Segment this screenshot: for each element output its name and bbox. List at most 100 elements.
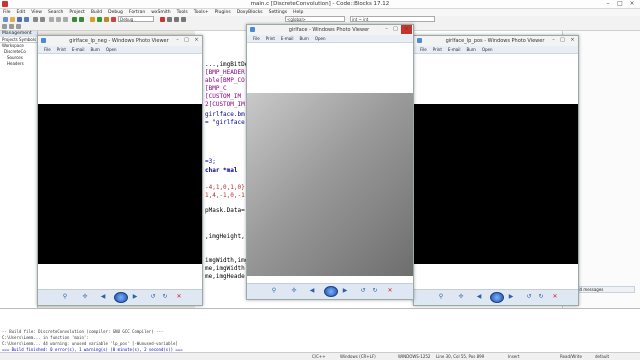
toolbar-row2-icon-2[interactable] xyxy=(9,24,14,29)
viewer-menu-burn[interactable]: Burn xyxy=(90,46,99,54)
viewer-minimize-button[interactable]: – xyxy=(382,25,391,34)
redo-icon[interactable] xyxy=(40,17,45,22)
zoom-icon[interactable]: ⚲ xyxy=(271,288,277,294)
viewer-menu-open[interactable]: Open xyxy=(315,35,326,43)
next-icon[interactable]: ▶ xyxy=(342,288,348,294)
copy-icon[interactable] xyxy=(56,17,61,22)
menu-settings[interactable]: Settings xyxy=(266,9,290,16)
zoom-icon[interactable]: ⚲ xyxy=(438,294,444,300)
viewer-menu-file[interactable]: File xyxy=(253,35,260,43)
viewer-menu-print[interactable]: Print xyxy=(266,35,275,43)
actual-size-icon[interactable]: ✢ xyxy=(458,294,464,300)
scope-combo[interactable]: <global> xyxy=(285,16,345,22)
replace-icon[interactable] xyxy=(79,17,84,22)
actual-size-icon[interactable]: ✢ xyxy=(291,288,297,294)
undo-icon[interactable] xyxy=(33,17,38,22)
step-out-icon[interactable] xyxy=(181,17,186,22)
viewer-close-button[interactable]: × xyxy=(192,36,201,45)
viewer-menu-print[interactable]: Print xyxy=(433,46,442,54)
code-line: ,imgHeight, xyxy=(205,233,245,240)
actual-size-icon[interactable]: ✢ xyxy=(82,294,88,300)
menu-wxsmith[interactable]: wxSmith xyxy=(148,9,173,16)
symbol-combo[interactable]: int ~ int xyxy=(350,16,435,22)
menu-project[interactable]: Project xyxy=(66,9,87,16)
build-target-combo[interactable]: Debug xyxy=(118,16,154,22)
previous-icon[interactable]: ◀ xyxy=(476,294,482,300)
ide-minimize-button[interactable]: – xyxy=(602,0,614,8)
paste-icon[interactable] xyxy=(63,17,68,22)
viewer-maximize-button[interactable]: □ xyxy=(182,36,191,45)
tree-headers[interactable]: Headers xyxy=(0,61,37,67)
viewer-menu-email[interactable]: E-mail xyxy=(448,46,461,54)
find-icon[interactable] xyxy=(72,17,77,22)
next-icon[interactable]: ▶ xyxy=(508,294,514,300)
rotate-left-icon[interactable]: ↺ xyxy=(150,294,156,300)
viewer-menu-burn[interactable]: Burn xyxy=(466,46,475,54)
rotate-right-icon[interactable]: ↻ xyxy=(538,294,544,300)
viewer-close-button[interactable]: × xyxy=(568,36,577,45)
viewer-close-button[interactable]: × xyxy=(401,25,412,34)
toolbar-row2-icon-3[interactable] xyxy=(16,24,21,29)
menu-fortran[interactable]: Fortran xyxy=(126,9,148,16)
viewer-minimize-button[interactable]: – xyxy=(173,36,182,45)
rotate-left-icon[interactable]: ↺ xyxy=(526,294,532,300)
slideshow-button[interactable] xyxy=(490,292,504,303)
viewer-title-bar: girlface_lp_pos - Windows Photo Viewer –… xyxy=(414,36,578,46)
step-into-icon[interactable] xyxy=(167,17,172,22)
open-file-icon[interactable] xyxy=(10,17,15,22)
viewer-menu-email[interactable]: E-mail xyxy=(281,35,294,43)
save-icon[interactable] xyxy=(17,17,22,22)
delete-icon[interactable]: ✕ xyxy=(176,294,182,300)
viewer-menu-file[interactable]: File xyxy=(420,46,427,54)
rotate-left-icon[interactable]: ↺ xyxy=(360,288,366,294)
delete-icon[interactable]: ✕ xyxy=(387,288,393,294)
build-icon[interactable] xyxy=(90,17,95,22)
ide-status-bar: C/C++ Windows (CR+LF) WINDOWS-1252 Line … xyxy=(0,352,640,360)
menu-help[interactable]: Help xyxy=(290,9,306,16)
status-encoding: WINDOWS-1252 xyxy=(398,354,431,359)
menu-debug[interactable]: Debug xyxy=(105,9,126,16)
viewer-menu-burn[interactable]: Burn xyxy=(299,35,308,43)
run-icon[interactable] xyxy=(97,17,102,22)
menu-build[interactable]: Build xyxy=(88,9,105,16)
delete-icon[interactable]: ✕ xyxy=(552,294,558,300)
new-file-icon[interactable] xyxy=(3,17,8,22)
edge-image-lp-neg xyxy=(38,104,202,264)
photo-viewer-icon xyxy=(417,38,422,43)
menu-plugins[interactable]: Plugins xyxy=(212,9,234,16)
menu-doxyblocks[interactable]: DoxyBlocks xyxy=(234,9,266,16)
viewer-minimize-button[interactable]: – xyxy=(549,36,558,45)
ide-title-bar: main.c [DiscreteConvolution] - Code::Blo… xyxy=(0,0,640,9)
zoom-icon[interactable]: ⚲ xyxy=(62,294,68,300)
rotate-right-icon[interactable]: ↻ xyxy=(162,294,168,300)
toolbar-row2-icon-1[interactable] xyxy=(2,24,7,29)
viewer-maximize-button[interactable]: □ xyxy=(391,25,400,34)
step-over-icon[interactable] xyxy=(174,17,179,22)
slideshow-button[interactable] xyxy=(114,292,128,303)
viewer-menu-open[interactable]: Open xyxy=(106,46,117,54)
viewer-menu-file[interactable]: File xyxy=(44,46,51,54)
slideshow-button[interactable] xyxy=(324,286,338,297)
ide-close-button[interactable]: × xyxy=(626,0,638,8)
menu-search[interactable]: Search xyxy=(45,9,66,16)
ide-maximize-button[interactable]: □ xyxy=(614,0,626,8)
viewer-menu-print[interactable]: Print xyxy=(57,46,66,54)
rotate-right-icon[interactable]: ↻ xyxy=(372,288,378,294)
build-and-run-icon[interactable] xyxy=(104,17,109,22)
menu-file[interactable]: File xyxy=(0,9,14,16)
menu-tools[interactable]: Tools xyxy=(174,9,191,16)
menu-edit[interactable]: Edit xyxy=(14,9,29,16)
menu-view[interactable]: View xyxy=(28,9,45,16)
viewer-menu-email[interactable]: E-mail xyxy=(72,46,85,54)
status-insert-mode: Insert xyxy=(508,354,520,359)
previous-icon[interactable]: ◀ xyxy=(100,294,106,300)
menu-tools-plus[interactable]: Tools+ xyxy=(191,9,212,16)
debug-icon[interactable] xyxy=(160,17,165,22)
viewer-maximize-button[interactable]: □ xyxy=(558,36,567,45)
previous-icon[interactable]: ◀ xyxy=(309,288,315,294)
abort-icon[interactable] xyxy=(111,17,116,22)
save-all-icon[interactable] xyxy=(24,17,29,22)
viewer-menu-open[interactable]: Open xyxy=(482,46,493,54)
cut-icon[interactable] xyxy=(49,17,54,22)
next-icon[interactable]: ▶ xyxy=(132,294,138,300)
